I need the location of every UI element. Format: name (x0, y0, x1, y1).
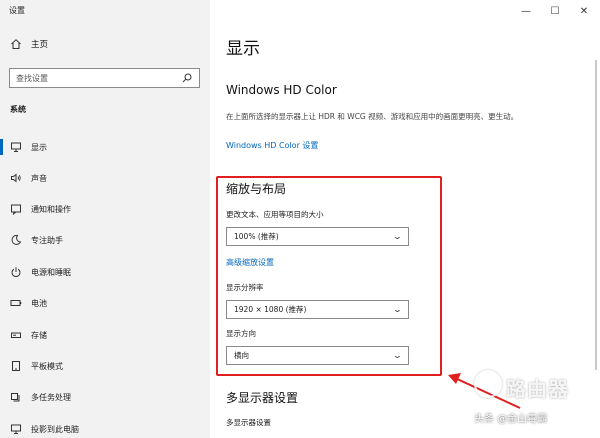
sidebar-item-storage[interactable]: 存储 (0, 322, 210, 348)
home-icon (10, 38, 22, 50)
sidebar-item-label: 声音 (31, 173, 47, 183)
watermark-logo (474, 370, 502, 398)
watermark-credit: 头条 @金山毒霸 (474, 414, 548, 425)
speaker-icon (10, 172, 22, 184)
maximize-button[interactable]: ☐ (540, 1, 570, 21)
section-heading: 系统 (10, 105, 26, 114)
sidebar-item-label: 存储 (31, 330, 47, 340)
text-size-dropdown[interactable]: 100% (推荐) ⌄ (226, 227, 409, 246)
minimize-button[interactable]: — (511, 1, 541, 21)
sidebar-item-battery[interactable]: 电池 (0, 290, 210, 316)
sidebar-item-focus-assist[interactable]: 专注助手 (0, 227, 210, 253)
multi-display-label: 多显示器设置 (226, 418, 271, 427)
scrollbar[interactable] (595, 60, 597, 370)
sidebar-item-display[interactable]: 显示 (0, 134, 210, 160)
moon-icon (10, 234, 22, 246)
chevron-down-icon: ⌄ (392, 351, 404, 360)
project-icon (10, 423, 22, 435)
resolution-label: 显示分辨率 (226, 283, 264, 292)
hdr-settings-link[interactable]: Windows HD Color 设置 (226, 140, 318, 151)
watermark-brand: 路由器 (506, 377, 569, 401)
sidebar-item-label: 电池 (31, 298, 47, 308)
sidebar-item-power-sleep[interactable]: 电源和睡眠 (0, 259, 210, 285)
sidebar-item-project[interactable]: 投影到此电脑 (0, 416, 210, 438)
hdr-heading: Windows HD Color (226, 83, 337, 97)
multitask-icon (10, 391, 22, 403)
chevron-down-icon: ⌄ (392, 305, 404, 314)
battery-icon (10, 297, 22, 309)
power-icon (10, 266, 22, 278)
search-placeholder: 查找设置 (16, 73, 48, 83)
sidebar-item-notifications[interactable]: 通知和操作 (0, 196, 210, 222)
sidebar-item-sound[interactable]: 声音 (0, 165, 210, 191)
sidebar-item-label: 多任务处理 (31, 392, 71, 402)
resolution-value: 1920 × 1080 (推荐) (234, 305, 307, 314)
sidebar-item-tablet-mode[interactable]: 平板模式 (0, 353, 210, 379)
orientation-dropdown[interactable]: 横向 ⌄ (226, 346, 409, 365)
sidebar-item-label: 显示 (31, 142, 47, 152)
monitor-icon (10, 141, 22, 153)
close-button[interactable]: ✕ (569, 1, 599, 21)
sidebar-item-label: 平板模式 (31, 361, 63, 371)
orientation-label: 显示方向 (226, 329, 256, 338)
watermark: 路由器 头条 @金山毒霸 (468, 370, 600, 438)
sidebar-item-label: 投影到此电脑 (31, 424, 79, 434)
search-input[interactable]: 查找设置 (9, 68, 200, 88)
tablet-icon (10, 360, 22, 372)
sidebar-item-label: 电源和睡眠 (31, 267, 71, 277)
window-title: 设置 (9, 6, 25, 15)
storage-icon (10, 329, 22, 341)
text-size-label: 更改文本、应用等项目的大小 (226, 210, 324, 219)
resolution-dropdown[interactable]: 1920 × 1080 (推荐) ⌄ (226, 300, 409, 319)
sidebar: 设置 主页 查找设置 系统 显示 声音 通知和操作 专注助手 电源和睡眠 电池 … (0, 0, 210, 438)
sidebar-item-home[interactable]: 主页 (10, 38, 48, 50)
sidebar-item-label: 主页 (31, 40, 49, 50)
sidebar-item-multitasking[interactable]: 多任务处理 (0, 384, 210, 410)
page-title: 显示 (226, 39, 260, 59)
search-icon (181, 72, 193, 84)
multi-display-heading: 多显示器设置 (226, 391, 299, 405)
sidebar-item-label: 通知和操作 (31, 204, 71, 214)
scale-layout-heading: 缩放与布局 (226, 182, 287, 196)
text-size-value: 100% (推荐) (234, 232, 279, 241)
notification-icon (10, 203, 22, 215)
sidebar-item-label: 专注助手 (31, 235, 63, 245)
advanced-scaling-link[interactable]: 高级缩放设置 (226, 257, 274, 268)
orientation-value: 横向 (234, 351, 249, 360)
chevron-down-icon: ⌄ (392, 232, 404, 241)
hdr-description: 在上面所选择的显示器上让 HDR 和 WCG 视频、游戏和应用中的画面更明亮、更… (226, 112, 519, 121)
